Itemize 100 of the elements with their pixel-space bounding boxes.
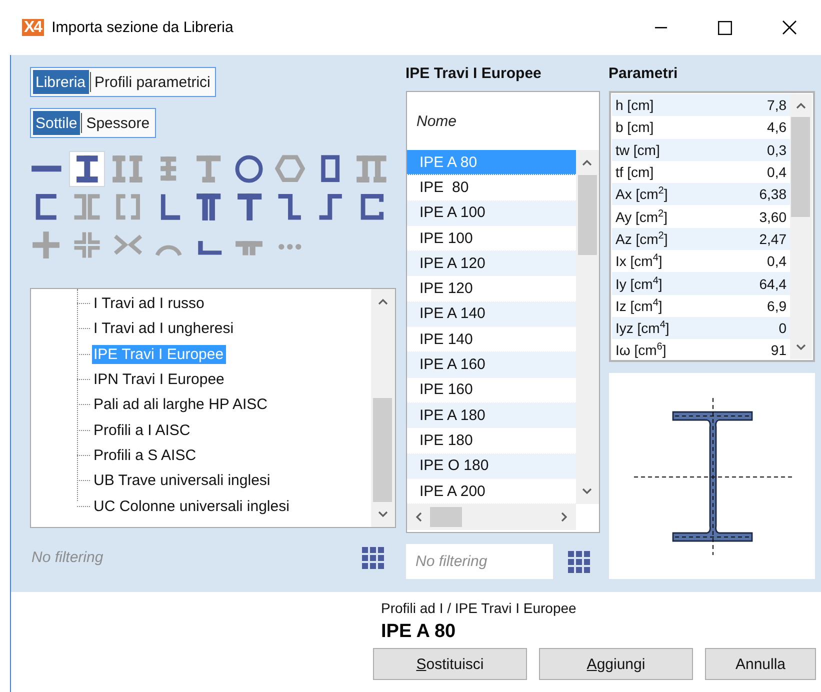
scrollbar[interactable] <box>790 94 812 359</box>
scroll-down-icon[interactable] <box>796 344 806 351</box>
shape-button[interactable] <box>69 151 106 187</box>
filter-field[interactable]: No filtering <box>406 544 552 579</box>
dialog-button[interactable]: Sostituisci <box>373 648 527 680</box>
plate-icon <box>30 164 63 174</box>
filter-field[interactable]: No filtering <box>30 540 230 575</box>
parameter-label: tw [cm] <box>616 142 660 158</box>
panel-title: Parametri <box>608 67 678 80</box>
flat-channel-icon <box>198 238 224 256</box>
parameter-label: tf [cm] <box>616 164 654 180</box>
scroll-up-icon[interactable] <box>582 159 592 166</box>
parameter-value: 7,8 <box>767 97 786 114</box>
x-angles-icon <box>112 234 143 256</box>
parameter-value: 91 <box>770 342 786 358</box>
parameter-value: 0,4 <box>767 164 786 180</box>
grid-icon[interactable] <box>362 546 384 568</box>
close-icon[interactable] <box>782 20 796 35</box>
parameter-value: 3,60 <box>759 208 786 225</box>
i-beam-icon <box>74 154 100 184</box>
tree-item[interactable]: UB Trave universali inglesi <box>92 471 272 490</box>
scroll-up-icon[interactable] <box>378 298 388 305</box>
split-box-icon <box>116 194 140 220</box>
list-row[interactable]: IPE A 180 <box>406 402 576 428</box>
tab[interactable]: Libreria <box>32 70 89 94</box>
column-header[interactable]: Nome <box>406 92 598 150</box>
tree-item[interactable]: I Travi ad I ungheresi <box>92 319 236 338</box>
tree-item[interactable]: Pali ad ali larghe HP AISC <box>92 395 270 414</box>
tree-item[interactable]: UC Colonne universali inglesi <box>92 496 292 516</box>
list-row[interactable]: IPE A 120 <box>406 251 576 276</box>
dialog-button[interactable]: Aggiungi <box>539 648 693 680</box>
list-row[interactable]: IPE O 180 <box>406 454 576 479</box>
scroll-down-icon[interactable] <box>582 488 592 495</box>
list-title: IPE Travi I Europee <box>406 67 542 80</box>
scroll-left-icon[interactable] <box>414 512 422 522</box>
arc-icon <box>154 244 182 258</box>
parameter-label: Iyz [cm$^{4}$] <box>616 320 670 336</box>
double-tee-icon <box>195 192 222 222</box>
zed-icon <box>276 194 304 220</box>
selected-section: IPE A 80 <box>381 621 821 643</box>
dialog-button[interactable]: Annulla <box>705 648 816 680</box>
scrollbar[interactable] <box>370 289 394 527</box>
breadcrumb-path: Profili ad I / IPE Travi I Europee <box>381 600 578 616</box>
parameter-label: Iy [cm$^{4}$] <box>616 276 662 292</box>
scroll-down-icon[interactable] <box>378 511 388 518</box>
window-title: Importa sezione da Libreria <box>52 19 234 36</box>
parameter-label: Az [cm$^{2}$] <box>616 230 668 247</box>
minimize-icon[interactable] <box>655 26 667 28</box>
lipped-channel-icon <box>360 194 384 220</box>
ess-icon <box>317 194 344 220</box>
stiffened-i-icon <box>158 155 178 183</box>
list-row[interactable]: IPE A 160 <box>406 352 576 378</box>
channel-icon <box>36 194 59 220</box>
parameter-label: Iz [cm$^{4}$] <box>616 298 662 314</box>
parameter-label: h [cm] <box>616 97 654 114</box>
horizontal-scrollbar[interactable] <box>406 504 576 530</box>
parameter-value: 64,4 <box>759 276 786 292</box>
parameter-value: 0,4 <box>767 253 786 270</box>
parameter-value: 0 <box>778 320 786 336</box>
scroll-thumb[interactable] <box>430 507 462 527</box>
pi-icon <box>354 154 388 184</box>
parameter-value: 6,9 <box>767 298 786 314</box>
scroll-up-icon[interactable] <box>796 102 806 109</box>
hexagon-icon <box>275 155 306 183</box>
tab[interactable]: Profili parametrici <box>92 70 214 94</box>
tree-item[interactable]: IPN Travi I Europee <box>92 370 226 390</box>
tab[interactable]: Sottile <box>32 111 80 135</box>
list-row[interactable]: IPE A 140 <box>406 302 576 328</box>
scroll-right-icon[interactable] <box>560 512 568 522</box>
narrow-i-icon <box>195 154 222 184</box>
more-icon <box>277 242 303 251</box>
parameter-value: 2,47 <box>759 230 786 247</box>
tree-item[interactable]: I Travi ad I russo <box>92 294 206 314</box>
parameter-label: Ay [cm$^{2}$] <box>616 208 668 225</box>
scroll-thumb[interactable] <box>791 117 810 217</box>
tab[interactable]: Spessore <box>83 111 153 135</box>
parameter-value: 0,3 <box>767 142 786 158</box>
double-i-icon <box>111 154 144 184</box>
circle-icon <box>235 154 264 184</box>
cross-angles-icon <box>72 230 102 260</box>
scroll-thumb[interactable] <box>373 398 392 502</box>
box-icon <box>321 155 340 183</box>
parameter-label: Iω [cm$^{6}$] <box>616 342 666 358</box>
tree-item[interactable]: Profili a S AISC <box>92 446 198 465</box>
scroll-thumb[interactable] <box>578 175 596 255</box>
app-logo: X4 <box>22 19 44 36</box>
low-double-tee-icon <box>234 240 264 258</box>
parameter-value: 4,6 <box>767 119 786 136</box>
list-row[interactable]: IPE A 100 <box>406 200 576 226</box>
parameter-label: b [cm] <box>616 119 654 136</box>
scrollbar[interactable] <box>576 150 598 504</box>
parameter-label: Ax [cm$^{2}$] <box>616 186 668 202</box>
angle-icon <box>160 192 182 220</box>
tee-icon <box>236 192 264 222</box>
maximize-icon[interactable] <box>718 20 732 34</box>
parameter-value: 6,38 <box>759 186 786 202</box>
back-channels-icon <box>72 194 102 220</box>
tree-item[interactable]: Profili a I AISC <box>92 420 192 440</box>
cross-icon <box>31 230 62 260</box>
grid-icon[interactable] <box>568 550 590 572</box>
